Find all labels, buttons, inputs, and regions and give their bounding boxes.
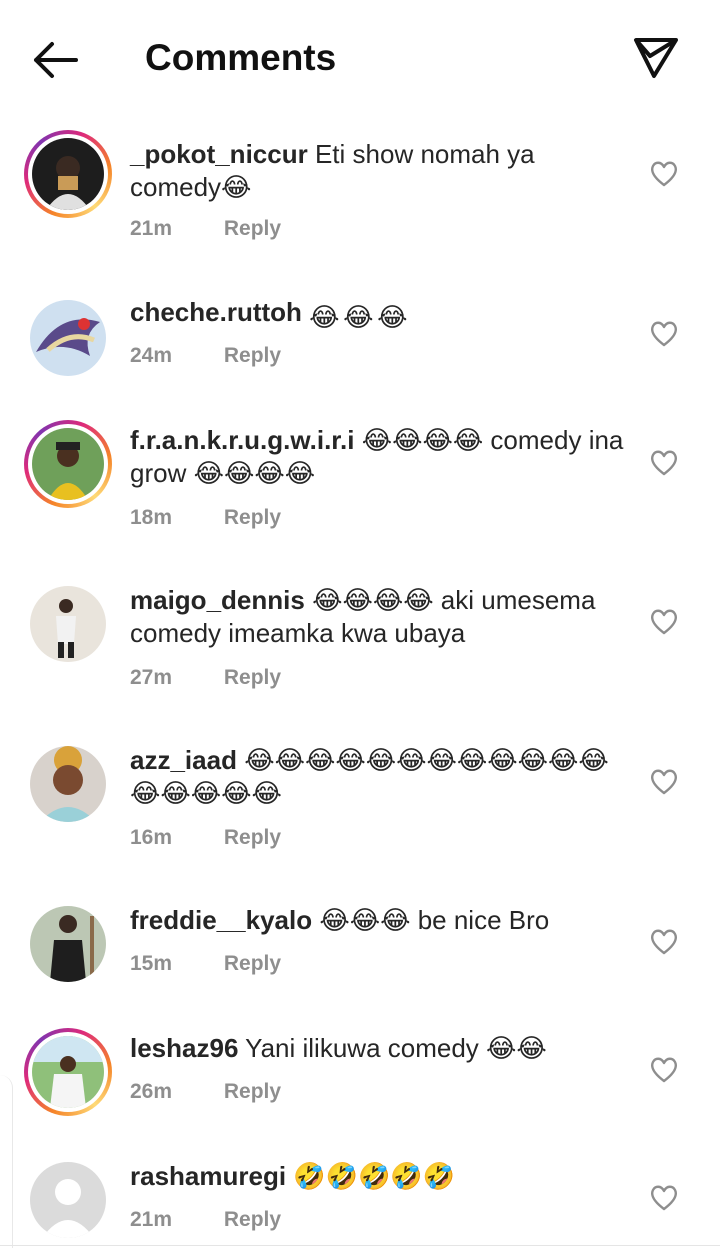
reply-button[interactable]: Reply [224, 1080, 281, 1103]
avatar-image [30, 586, 106, 662]
comment-username[interactable]: rashamuregi [130, 1161, 286, 1191]
comment-text: leshaz96 Yani ilikuwa comedy 😂😂 [130, 1032, 630, 1065]
paper-plane-icon [634, 38, 678, 78]
comment-username[interactable]: leshaz96 [130, 1033, 238, 1063]
comment-time: 16m [130, 826, 173, 849]
comment-meta: 16m Reply [130, 826, 281, 850]
avatar[interactable] [24, 130, 112, 218]
comment-body: 😂😂😂 be nice Bro [319, 905, 550, 935]
comment-text: f.r.a.n.k.r.u.g.w.i.r.i 😂😂😂😂 comedy ina … [130, 424, 630, 490]
comment-text: freddie__kyalo 😂😂😂 be nice Bro [130, 904, 630, 937]
comment-text: maigo_dennis 😂😂😂😂 aki umesema comedy ime… [130, 584, 630, 650]
comment-username[interactable]: azz_iaad [130, 745, 237, 775]
divider [0, 1245, 720, 1246]
avatar-image [30, 746, 106, 822]
avatar[interactable] [24, 420, 112, 508]
reply-button[interactable]: Reply [224, 217, 281, 240]
default-avatar-icon [30, 1162, 106, 1238]
comment-time: 24m [130, 344, 173, 367]
page-title: Comments [145, 37, 337, 78]
arrow-left-icon [34, 42, 78, 78]
comment-text: azz_iaad 😂😂😂😂😂😂😂😂😂😂😂😂😂😂😂😂😂 [130, 744, 630, 810]
avatar[interactable] [24, 1028, 112, 1116]
comment-meta: 27m Reply [130, 666, 281, 690]
comment-body: 😂 😂 😂 [309, 297, 411, 332]
share-button[interactable] [630, 32, 682, 80]
comment-meta: 18m Reply [130, 506, 281, 530]
comment-username[interactable]: freddie__kyalo [130, 905, 312, 935]
reply-button[interactable]: Reply [224, 344, 281, 367]
reply-button[interactable]: Reply [224, 952, 281, 975]
comment-time: 27m [130, 666, 173, 689]
comment-text: rashamuregi 🤣🤣🤣🤣🤣 [130, 1160, 630, 1193]
avatar-image [32, 428, 104, 500]
comment-username[interactable]: maigo_dennis [130, 585, 305, 615]
heart-outline-icon[interactable] [648, 447, 680, 477]
reply-button[interactable]: Reply [224, 666, 281, 689]
avatar-image [30, 906, 106, 982]
heart-outline-icon[interactable] [648, 1182, 680, 1212]
header-bar: Comments [0, 0, 720, 118]
comment-meta: 21m Reply [130, 217, 281, 241]
comment-meta: 21m Reply [130, 1208, 281, 1232]
avatar[interactable] [24, 584, 112, 672]
face-with-tears-of-joy-icon: 😂 [377, 302, 408, 332]
comment-username[interactable]: _pokot_niccur [130, 139, 308, 169]
heart-outline-icon[interactable] [648, 766, 680, 796]
avatar[interactable] [24, 744, 112, 832]
avatar-image [32, 1036, 104, 1108]
heart-outline-icon[interactable] [648, 318, 680, 348]
comment-body: Yani ilikuwa comedy 😂😂 [245, 1033, 547, 1063]
comment-body: 🤣🤣🤣🤣🤣 [293, 1161, 456, 1191]
comment-time: 26m [130, 1080, 173, 1103]
comment-time: 21m [130, 1208, 173, 1231]
face-with-tears-of-joy-icon: 😂 [309, 302, 340, 332]
comment-text: _pokot_niccur Eti show nomah ya comedy😂 [130, 138, 630, 204]
comment-username[interactable]: f.r.a.n.k.r.u.g.w.i.r.i [130, 425, 354, 455]
heart-outline-icon[interactable] [648, 1054, 680, 1084]
reply-button[interactable]: Reply [224, 506, 281, 529]
heart-outline-icon[interactable] [648, 158, 680, 188]
comment-meta: 26m Reply [130, 1080, 281, 1104]
comment-time: 21m [130, 217, 173, 240]
comment-time: 15m [130, 952, 173, 975]
comment-username[interactable]: cheche.ruttoh [130, 297, 302, 327]
avatar-image [30, 300, 106, 376]
avatar[interactable] [24, 296, 112, 384]
avatar[interactable] [24, 1160, 112, 1248]
avatar[interactable] [24, 904, 112, 992]
avatar-image [32, 138, 104, 210]
heart-outline-icon[interactable] [648, 926, 680, 956]
back-button[interactable] [26, 36, 86, 84]
keyboard-edge [0, 1075, 13, 1248]
comment-meta: 15m Reply [130, 952, 281, 976]
comment-text: cheche.ruttoh 😂 😂 😂 [130, 296, 630, 332]
comment-time: 18m [130, 506, 173, 529]
heart-outline-icon[interactable] [648, 606, 680, 636]
reply-button[interactable]: Reply [224, 826, 281, 849]
face-with-tears-of-joy-icon: 😂 [343, 302, 374, 332]
reply-button[interactable]: Reply [224, 1208, 281, 1231]
comment-meta: 24m Reply [130, 344, 281, 368]
